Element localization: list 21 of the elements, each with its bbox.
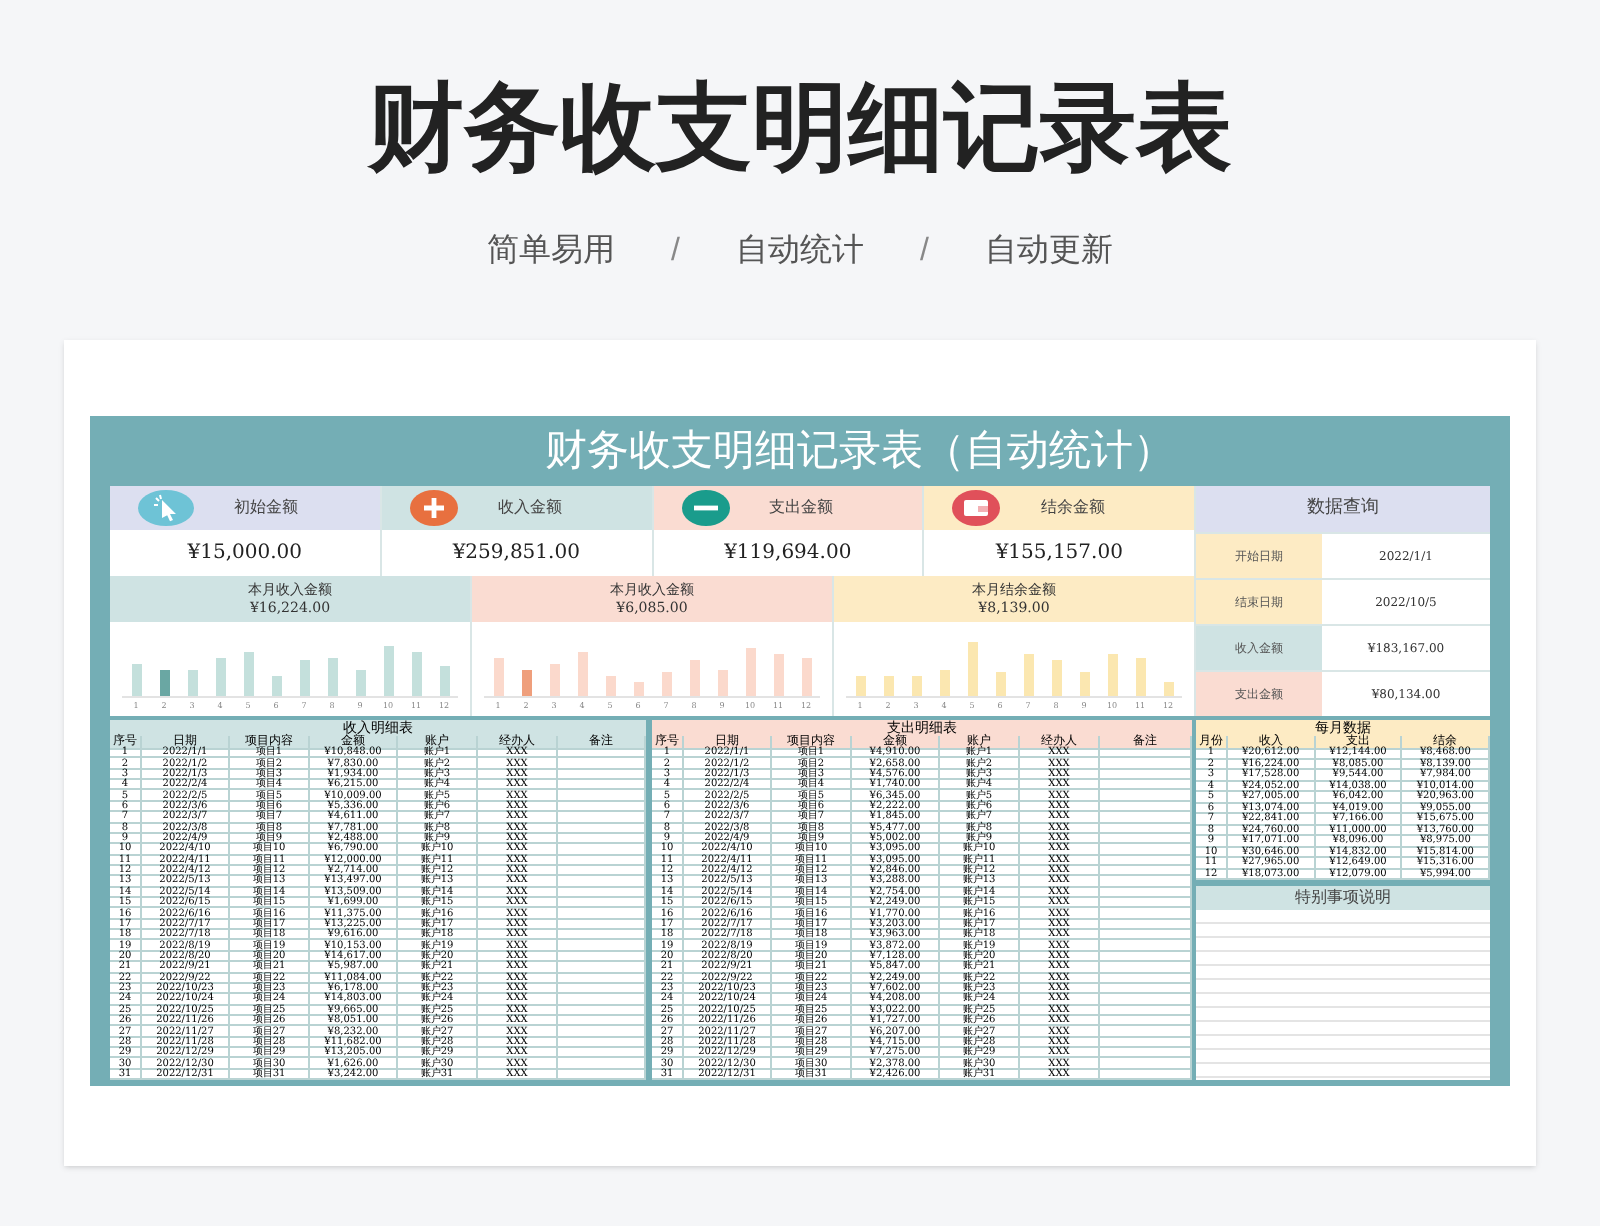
summary-label: 收入金额 <box>497 496 562 520</box>
summary-value: ¥119,694.00 <box>724 540 852 568</box>
notes-header: 特别事项说明 <box>1196 886 1490 910</box>
page-title: 财务收支明细记录表 <box>368 80 1232 176</box>
summary-label: 结余金额 <box>1040 496 1105 520</box>
minus-icon <box>681 490 729 526</box>
summary-value: ¥155,157.00 <box>995 540 1123 568</box>
query-header: 数据查询 <box>1196 486 1490 532</box>
plus-icon <box>409 490 458 526</box>
cursor-icon <box>138 490 194 526</box>
tagline: 简单易用 <box>487 232 616 272</box>
summary-value: ¥259,851.00 <box>452 540 580 568</box>
wallet-icon <box>952 490 1001 526</box>
separator-slash: / <box>669 232 682 272</box>
summary-value: ¥15,000.00 <box>187 540 302 568</box>
tagline: 自动更新 <box>984 231 1113 272</box>
tagline: 自动统计 <box>736 231 864 272</box>
separator-slash: / <box>918 232 931 272</box>
summary-label: 初始金额 <box>234 496 298 520</box>
summary-label: 支出金额 <box>769 496 833 520</box>
sheet-title: 财务收支明细记录表（自动统计） <box>545 430 1175 472</box>
